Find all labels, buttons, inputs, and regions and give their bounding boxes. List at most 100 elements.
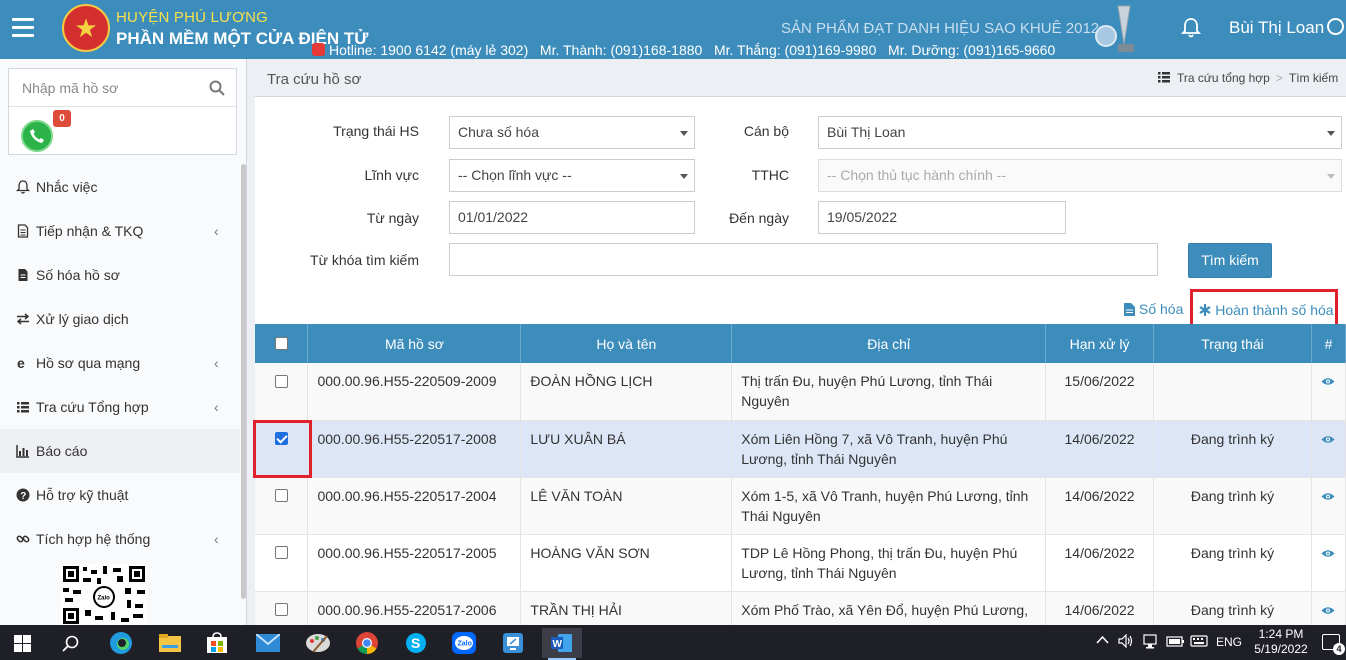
breadcrumb-link[interactable]: Tra cứu tổng hợp — [1177, 71, 1270, 85]
search-icon[interactable] — [209, 80, 225, 96]
from-date-label: Từ ngày — [366, 210, 419, 226]
speaker-icon[interactable] — [1118, 633, 1134, 651]
table-row[interactable]: 000.00.96.H55-220517-2004 LÊ VĂN TOÀN Xó… — [255, 477, 1346, 535]
mail-icon[interactable] — [248, 628, 288, 658]
eye-icon[interactable] — [1321, 549, 1335, 558]
to-date-input[interactable]: 19/05/2022 — [818, 201, 1066, 234]
eye-icon[interactable] — [1321, 606, 1335, 615]
zalo-icon[interactable]: Zalo — [444, 628, 484, 658]
deadline: 14/06/2022 — [1045, 477, 1155, 535]
microsoft-store-icon[interactable] — [197, 628, 237, 658]
sidebar-item-digitize[interactable]: Số hóa hồ sơ — [0, 253, 240, 297]
record-code: 000.00.96.H55-220517-2005 — [307, 534, 522, 592]
sidebar-item-lookup[interactable]: Tra cứu Tổng hợp ‹ — [0, 385, 240, 429]
sidebar-item-online-records[interactable]: e Hồ sơ qua mạng ‹ — [0, 341, 240, 385]
procedure-select: -- Chọn thủ tục hành chính -- — [818, 159, 1342, 192]
table-row[interactable]: 000.00.96.H55-220517-2005 HOÀNG VĂN SƠN … — [255, 534, 1346, 592]
sidebar-item-reminders[interactable]: Nhắc việc — [0, 165, 240, 209]
call-count-badge: 0 — [53, 110, 71, 127]
caret-down-icon — [680, 131, 688, 136]
status: Đang trình ký — [1153, 477, 1312, 535]
field-select[interactable]: -- Chọn lĩnh vực -- — [449, 159, 695, 192]
sidebar-item-integration[interactable]: Tích hợp hệ thống ‹ — [0, 517, 240, 561]
svg-text:?: ? — [20, 491, 26, 502]
sidebar-item-intake[interactable]: Tiếp nhận & TKQ ‹ — [0, 209, 240, 253]
address: TDP Lê Hồng Phong, thị trấn Đu, huyện Ph… — [731, 534, 1047, 592]
row-checkbox[interactable] — [274, 489, 288, 503]
row-checkbox[interactable] — [274, 603, 288, 617]
address: Xóm Liên Hồng 7, xã Vô Tranh, huyện Phú … — [731, 420, 1047, 478]
sidebar-scrollbar[interactable] — [241, 164, 246, 599]
sidebar-item-label: Hỗ trợ kỹ thuật — [36, 487, 129, 503]
eye-icon[interactable] — [1321, 377, 1335, 386]
svg-text:Zalo: Zalo — [98, 596, 111, 602]
sidebar-search-panel: 0 — [8, 68, 237, 155]
from-date-input[interactable]: 01/01/2022 — [449, 201, 695, 234]
svg-text:W: W — [553, 639, 563, 650]
clock-date: 5/19/2022 — [1254, 642, 1308, 656]
system-clock[interactable]: 1:24 PM 5/19/2022 — [1252, 627, 1310, 657]
caret-down-icon — [680, 174, 688, 179]
table-row[interactable]: 000.00.96.H55-220509-2009 ĐOÀN HỒNG LỊCH… — [255, 363, 1346, 421]
keyword-label: Từ khóa tìm kiếm — [310, 252, 419, 268]
notification-bell-icon[interactable] — [1181, 17, 1201, 39]
input-language[interactable]: ENG — [1216, 635, 1242, 649]
battery-icon[interactable] — [1166, 634, 1186, 651]
officer-select[interactable]: Bùi Thị Loan — [818, 116, 1342, 149]
file-explorer-icon[interactable] — [150, 628, 190, 658]
keyboard-icon[interactable] — [1190, 634, 1208, 651]
network-icon[interactable] — [1143, 634, 1157, 652]
column-header[interactable]: Hạn xử lý — [1045, 324, 1155, 363]
applicant-name: LÊ VĂN TOÀN — [520, 477, 733, 535]
start-windows-icon[interactable] — [2, 628, 42, 658]
taskbar-search-icon[interactable] — [50, 628, 90, 658]
file-icon — [1124, 302, 1135, 316]
chevron-up-icon[interactable] — [1096, 634, 1109, 650]
field-label: Lĩnh vực — [364, 167, 419, 183]
column-header[interactable]: Trạng thái — [1153, 324, 1312, 363]
bar-chart-icon — [16, 445, 29, 458]
caret-down-icon — [1327, 131, 1335, 136]
sidebar-item-transactions[interactable]: Xử lý giao dịch — [0, 297, 240, 341]
user-menu[interactable]: Bùi Thị Loan — [1229, 18, 1345, 38]
sidebar-item-label: Tiếp nhận & TKQ — [36, 223, 144, 239]
sidebar-item-reports[interactable]: Báo cáo — [0, 429, 240, 473]
column-header[interactable]: Địa chỉ — [731, 324, 1047, 363]
call-phone-button[interactable] — [21, 120, 53, 152]
deadline: 14/06/2022 — [1045, 534, 1155, 592]
hotline-text: Hotline: 1900 6142 (máy lẻ 302) Mr. Thàn… — [312, 42, 1055, 58]
highlight-box — [253, 420, 312, 478]
sidebar-item-label: Nhắc việc — [36, 179, 98, 195]
edge-browser-icon[interactable] — [101, 628, 141, 658]
sidebar-item-label: Tra cứu Tổng hợp — [36, 399, 149, 415]
clock-time: 1:24 PM — [1258, 627, 1304, 641]
sidebar-item-label: Tích hợp hệ thống — [36, 531, 151, 547]
column-header[interactable]: Mã hồ sơ — [307, 324, 522, 363]
keyword-input[interactable] — [449, 243, 1158, 276]
paint-app-icon[interactable] — [298, 628, 338, 658]
user-circle-icon — [1327, 18, 1345, 35]
sidebar-item-support[interactable]: ? Hỗ trợ kỹ thuật — [0, 473, 240, 517]
chrome-browser-icon[interactable] — [347, 628, 387, 658]
breadcrumb: Tra cứu tổng hợp > Tìm kiếm — [1158, 71, 1338, 85]
menu-toggle-icon[interactable] — [12, 18, 34, 38]
digitize-link[interactable]: Số hóa — [1124, 301, 1183, 317]
select-all-checkbox[interactable] — [274, 337, 288, 351]
record-code-search-input[interactable] — [9, 69, 236, 107]
table-row[interactable]: 000.00.96.H55-220517-2008 LƯU XUÂN BÁ Xó… — [255, 420, 1346, 478]
eye-icon[interactable] — [1321, 435, 1335, 444]
award-text: SẢN PHẨM ĐẠT DANH HIỆU SAO KHUÊ 2012 — [781, 20, 1100, 37]
row-checkbox[interactable] — [274, 374, 288, 388]
column-header[interactable]: Họ và tên — [520, 324, 733, 363]
status-select[interactable]: Chưa số hóa — [449, 116, 695, 149]
eye-icon[interactable] — [1321, 492, 1335, 501]
deadline: 14/06/2022 — [1045, 420, 1155, 478]
remote-desktop-icon[interactable] — [493, 628, 533, 658]
select-all-header[interactable] — [255, 324, 309, 363]
skype-icon[interactable]: S — [396, 628, 436, 658]
deadline: 15/06/2022 — [1045, 363, 1155, 421]
action-center-icon[interactable]: 4 — [1322, 634, 1345, 655]
search-button[interactable]: Tìm kiếm — [1188, 243, 1272, 278]
row-checkbox[interactable] — [274, 546, 288, 560]
word-app-icon[interactable]: W — [542, 628, 582, 658]
